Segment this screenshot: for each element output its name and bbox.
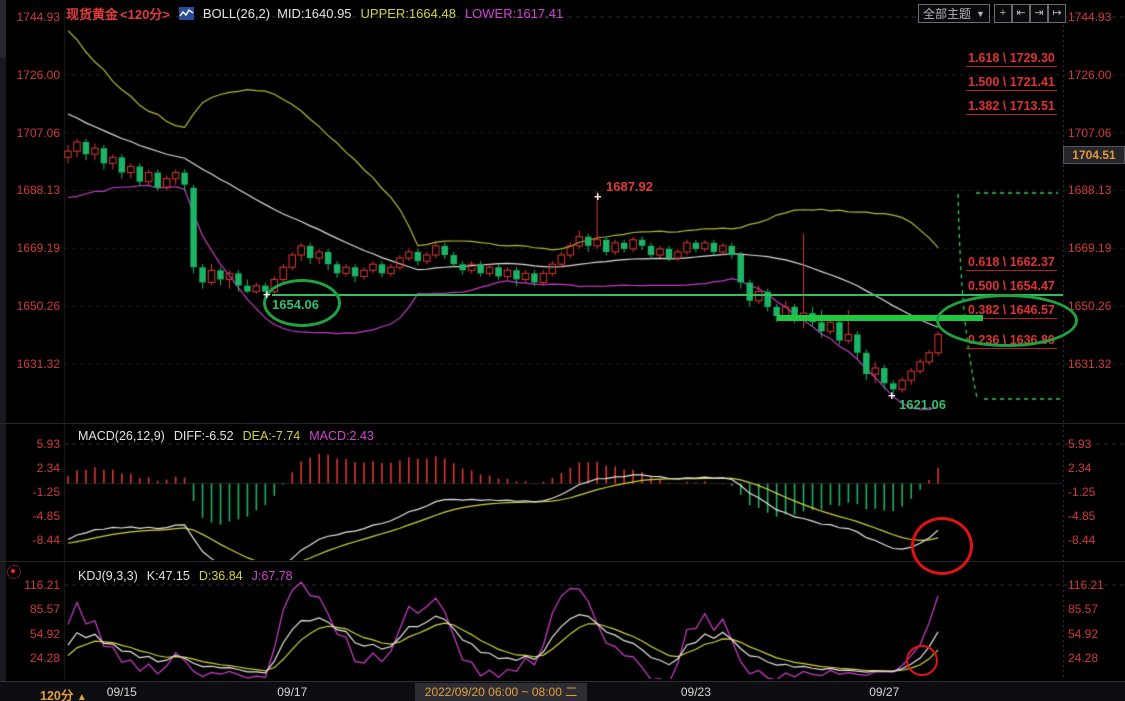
ellipse-annotation-fib-0382[interactable]: [936, 294, 1078, 347]
boll-lower-value: LOWER:1617.41: [465, 6, 563, 21]
anchor-cross-high: +: [594, 192, 602, 202]
fib-level-1.382[interactable]: 1.382 \ 1713.51: [966, 99, 1057, 115]
price-axis-label-left: 1631.32: [0, 357, 60, 371]
kdj-axis-label-right: 85.57: [1068, 602, 1098, 616]
macd-axis-label-right: 2.34: [1068, 461, 1091, 475]
move-tool-button[interactable]: +: [994, 4, 1012, 23]
trading-terminal: 现货黄金 <120分> BOLL(26,2) MID:1640.95 UPPER…: [0, 0, 1125, 701]
macd-axis-label-right: 5.93: [1068, 437, 1091, 451]
macd-axis-label-left: -4.85: [0, 509, 60, 523]
macd-macd-value: MACD:2.43: [309, 429, 374, 443]
panel-separator: [0, 423, 1125, 424]
pan-end-button[interactable]: ↦: [1048, 4, 1066, 23]
kdj-title: KDJ(9,3,3): [78, 569, 138, 583]
kdj-j-value: J:67.78: [252, 569, 293, 583]
pan-left-button[interactable]: ⇤: [1012, 4, 1030, 23]
time-axis-bar: 120分 ▲ 09/15 09/17 09/23 09/27 2022/09/20 0…: [0, 681, 1125, 701]
fib-level-0.500[interactable]: 0.500 \ 1654.47: [966, 279, 1057, 295]
anchor-cross-low1: +: [263, 290, 271, 300]
macd-diff-value: DIFF:-6.52: [174, 429, 234, 443]
timeframe-label[interactable]: 120分 ▲: [40, 685, 87, 701]
macd-header: MACD(26,12,9) DIFF:-6.52 DEA:-7.74 MACD:…: [78, 429, 374, 443]
support-line-1654[interactable]: [272, 294, 1063, 296]
price-axis-label-right: 1726.00: [1068, 68, 1111, 82]
selected-bar-time-box: 2022/09/20 06:00 ~ 08:00 二: [415, 683, 587, 701]
kdj-axis-label-left: 54.92: [0, 627, 60, 641]
indicator-icon[interactable]: [179, 7, 194, 20]
boll-upper-value: UPPER:1664.48: [361, 6, 456, 21]
time-tick-09-23: 09/23: [661, 685, 731, 699]
kdj-axis-label-left: 85.57: [0, 602, 60, 616]
fib-level-1.500[interactable]: 1.500 \ 1721.41: [966, 75, 1057, 91]
time-tick-09-15: 09/15: [87, 685, 157, 699]
marker-sun-icon[interactable]: [7, 565, 21, 579]
kdj-axis-label-left: 24.28: [0, 651, 60, 665]
macd-title: MACD(26,12,9): [78, 429, 165, 443]
macd-axis-label-right: -1.25: [1068, 485, 1095, 499]
kdj-axis-label-left: 116.21: [0, 578, 60, 592]
kdj-header: KDJ(9,3,3) K:47.15 D:36.84 J:67.78: [78, 569, 293, 583]
theme-dropdown-label: 全部主题: [923, 5, 971, 22]
swing-high-label: 1687.92: [606, 179, 653, 194]
macd-axis-label-left: -1.25: [0, 485, 60, 499]
price-axis-label-right: 1707.06: [1068, 126, 1111, 140]
price-axis-label-right: 1688.13: [1068, 183, 1111, 197]
fib-level-0.618[interactable]: 0.618 \ 1662.37: [966, 255, 1057, 271]
anchor-cross-low2: +: [888, 391, 896, 401]
theme-dropdown-button[interactable]: 全部主题 ▼: [918, 4, 990, 23]
chevron-down-icon: ▼: [976, 9, 985, 19]
macd-axis-label-left: 5.93: [0, 437, 60, 451]
time-tick-09-17: 09/17: [257, 685, 327, 699]
boll-title: BOLL(26,2): [203, 6, 270, 21]
macd-axis-label-left: 2.34: [0, 461, 60, 475]
kdj-axis-label-right: 24.28: [1068, 651, 1098, 665]
price-axis-label-left: 1744.93: [0, 10, 60, 24]
price-axis-label-right: 1669.19: [1068, 241, 1111, 255]
triangle-up-icon: ▲: [77, 692, 87, 701]
fib-level-1.618[interactable]: 1.618 \ 1729.30: [966, 51, 1057, 67]
kdj-cross-circle[interactable]: [906, 645, 938, 676]
kdj-k-value: K:47.15: [147, 569, 190, 583]
macd-dea-value: DEA:-7.74: [243, 429, 301, 443]
macd-axis-label-left: -8.44: [0, 533, 60, 547]
period-label: <120分>: [120, 4, 170, 23]
price-axis-label-right: 1744.93: [1068, 10, 1111, 24]
chart-canvas[interactable]: [0, 0, 1125, 701]
price-axis-label-left: 1707.06: [0, 126, 60, 140]
price-axis-label-right: 1650.26: [1068, 299, 1111, 313]
price-axis-label-left: 1726.00: [0, 68, 60, 82]
swing-low2-label: 1621.06: [899, 397, 946, 412]
kdj-axis-label-right: 116.21: [1068, 578, 1104, 592]
price-axis-label-left: 1669.19: [0, 241, 60, 255]
pan-right-button[interactable]: ⇥: [1030, 4, 1048, 23]
kdj-axis-label-right: 54.92: [1068, 627, 1098, 641]
chart-header: 现货黄金 <120分> BOLL(26,2) MID:1640.95 UPPER…: [66, 3, 563, 23]
left-edge-panel: [0, 0, 6, 701]
price-axis-label-right: 1631.32: [1068, 357, 1111, 371]
symbol-name: 现货黄金: [66, 4, 118, 23]
swing-low1-label: 1654.06: [272, 297, 319, 312]
macd-axis-label-right: -4.85: [1068, 509, 1095, 523]
macd-axis-label-right: -8.44: [1068, 533, 1095, 547]
price-axis-label-left: 1650.26: [0, 299, 60, 313]
macd-cross-circle[interactable]: [911, 517, 973, 575]
time-tick-09-27: 09/27: [849, 685, 919, 699]
boll-mid-value: MID:1640.95: [277, 6, 351, 21]
left-edge-panel-top: [0, 0, 6, 58]
kdj-d-value: D:36.84: [199, 569, 243, 583]
price-axis-label-left: 1688.13: [0, 183, 60, 197]
crosshair-price-box: 1704.51: [1063, 146, 1125, 164]
